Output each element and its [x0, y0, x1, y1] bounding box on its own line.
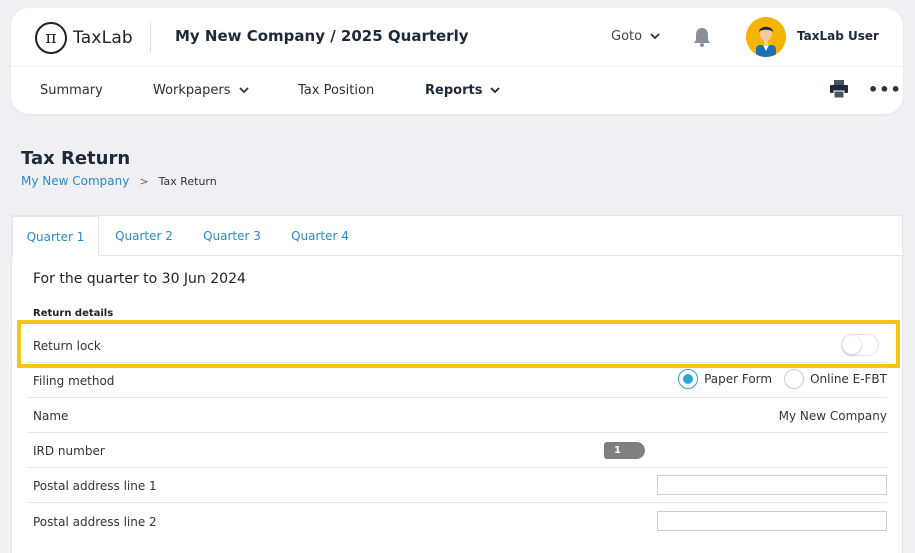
return-lock-row: Return lock	[27, 328, 887, 363]
logo-text: TaxLab	[73, 28, 133, 48]
company-period-title: My New Company / 2025 Quarterly	[175, 27, 469, 45]
postal-address-1-row: Postal address line 1	[27, 468, 887, 503]
nav-summary[interactable]: Summary	[40, 83, 103, 98]
more-options-icon[interactable]: •••	[868, 80, 902, 99]
name-row: Name My New Company	[27, 398, 887, 433]
radio-label[interactable]: Paper Form	[704, 372, 772, 386]
ird-number-row: IRD number 1	[27, 433, 887, 468]
avatar[interactable]	[746, 17, 786, 57]
filing-method-radio-group: Paper Form Online E-FBT	[678, 369, 887, 389]
row-label: Postal address line 2	[33, 515, 157, 529]
breadcrumb-company-link[interactable]: My New Company	[21, 174, 129, 188]
breadcrumb-current: Tax Return	[158, 174, 217, 188]
section-label: Return details	[33, 308, 114, 319]
user-name[interactable]: TaxLab User	[797, 29, 879, 43]
postal-address-2-row: Postal address line 2	[27, 504, 887, 539]
postal-address-1-input[interactable]	[657, 475, 887, 495]
postal-address-2-input[interactable]	[657, 511, 887, 531]
toggle-knob	[843, 336, 861, 354]
tab-quarter-1[interactable]: Quarter 1	[12, 216, 99, 257]
header-separator	[11, 66, 903, 67]
goto-label: Goto	[611, 29, 643, 44]
nav-tax-position[interactable]: Tax Position	[298, 83, 374, 98]
period-heading: For the quarter to 30 Jun 2024	[33, 271, 246, 287]
goto-dropdown[interactable]: Goto	[611, 29, 660, 44]
chevron-down-icon	[490, 87, 501, 94]
row-label: Name	[33, 409, 69, 423]
nav-workpapers[interactable]: Workpapers	[153, 83, 249, 98]
filing-method-row: Filing method Paper Form Online E-FBT	[27, 363, 887, 398]
breadcrumb-separator: >	[139, 174, 149, 188]
header-divider	[150, 22, 151, 52]
quarter-tabs: Quarter 1 Quarter 2 Quarter 3 Quarter 4	[12, 216, 904, 257]
tab-quarter-3[interactable]: Quarter 3	[192, 216, 272, 256]
nav-label: Tax Position	[298, 83, 375, 98]
header-bar: π TaxLab My New Company / 2025 Quarterly…	[11, 8, 903, 114]
chevron-down-icon	[238, 87, 249, 94]
row-label: Postal address line 1	[33, 479, 157, 493]
user-avatar-icon	[746, 17, 786, 57]
radio-paper-form[interactable]	[678, 369, 699, 389]
row-label: Return lock	[33, 339, 101, 353]
row-label: Filing method	[33, 374, 115, 388]
ird-number-badge[interactable]: 1	[604, 442, 645, 459]
nav-label: Reports	[425, 83, 483, 98]
nav-label: Workpapers	[153, 83, 231, 98]
printer-icon[interactable]	[829, 79, 849, 99]
tax-return-panel: Quarter 1 Quarter 2 Quarter 3 Quarter 4 …	[11, 215, 904, 553]
return-lock-toggle[interactable]	[841, 334, 879, 356]
row-label: IRD number	[33, 444, 105, 458]
taxlab-logo[interactable]: π TaxLab	[35, 22, 133, 54]
company-name-value: My New Company	[778, 409, 887, 423]
nav-label: Summary	[40, 83, 103, 98]
chevron-down-icon	[650, 33, 660, 40]
radio-online-efbt[interactable]	[784, 369, 805, 389]
radio-label[interactable]: Online E-FBT	[810, 372, 887, 386]
breadcrumb: My New Company > Tax Return	[21, 174, 217, 188]
tab-quarter-2[interactable]: Quarter 2	[104, 216, 184, 256]
nav-reports[interactable]: Reports	[425, 83, 501, 98]
tab-quarter-4[interactable]: Quarter 4	[280, 216, 360, 256]
bell-icon[interactable]	[691, 26, 713, 48]
logo-pi-icon: π	[35, 22, 67, 54]
page-title: Tax Return	[21, 148, 131, 169]
